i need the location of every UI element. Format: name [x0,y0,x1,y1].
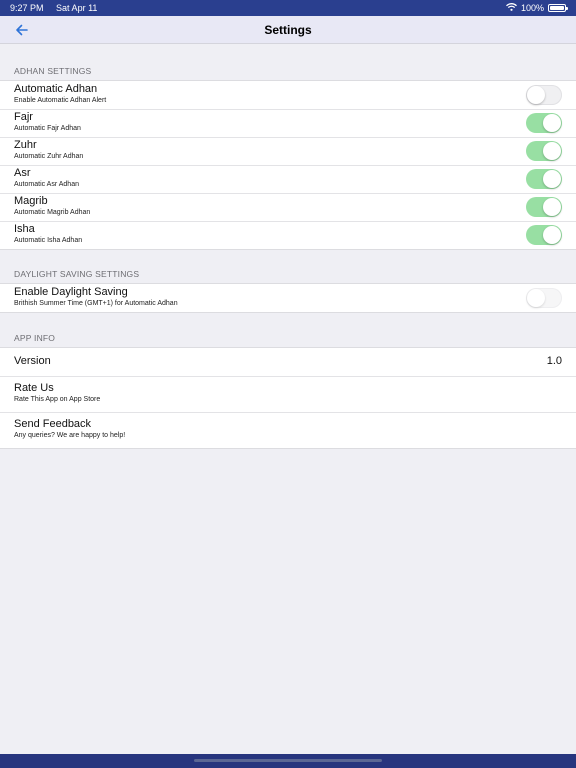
row-subtitle: Automatic Isha Adhan [14,237,83,244]
navigation-bar: Settings [0,16,576,44]
setting-row-zuhr: Zuhr Automatic Zuhr Adhan [0,137,576,165]
isha-toggle[interactable] [526,225,562,245]
setting-row-fajr: Fajr Automatic Fajr Adhan [0,109,576,137]
setting-row-automatic-adhan: Automatic Adhan Enable Automatic Adhan A… [0,81,576,109]
asr-toggle[interactable] [526,169,562,189]
row-title: Rate Us [14,382,54,394]
row-subtitle: Automatic Magrib Adhan [14,209,91,216]
row-title: Zuhr [14,139,37,151]
row-title: Automatic Adhan [14,83,98,95]
battery-icon [548,4,568,12]
magrib-toggle[interactable] [526,197,562,217]
status-date: Sat Apr 11 [56,3,98,13]
section-header-daylight: DAYLIGHT SAVING SETTINGS [14,269,140,279]
status-left: 9:27 PM Sat Apr 11 [10,3,107,13]
setting-row-magrib: Magrib Automatic Magrib Adhan [0,193,576,221]
row-subtitle: Any queries? We are happy to help! [14,432,126,439]
page-title: Settings [264,22,312,37]
send-feedback-row[interactable]: Send Feedback Any queries? We are happy … [0,412,576,448]
row-subtitle: Rate This App on App Store [14,396,101,403]
setting-row-asr: Asr Automatic Asr Adhan [0,165,576,193]
app-info-group: Version 1.0 Rate Us Rate This App on App… [0,347,576,449]
daylight-saving-toggle[interactable] [526,288,562,308]
section-header-app-info: APP INFO [14,333,56,343]
bottom-bar [0,754,576,768]
status-time: 9:27 PM [10,3,44,13]
daylight-settings-group: Enable Daylight Saving Brithish Summer T… [0,283,576,313]
rate-us-row[interactable]: Rate Us Rate This App on App Store [0,376,576,412]
wifi-icon [506,3,517,13]
row-subtitle: Automatic Fajr Adhan [14,125,81,132]
back-arrow-icon[interactable] [14,22,30,38]
status-right: 100% [506,3,568,13]
row-title: Send Feedback [14,418,92,430]
home-indicator[interactable] [194,759,382,762]
version-row: Version 1.0 [0,348,576,376]
row-title: Fajr [14,111,33,123]
zuhr-toggle[interactable] [526,141,562,161]
row-title: Version [14,355,51,367]
fajr-toggle[interactable] [526,113,562,133]
version-value: 1.0 [546,355,562,367]
setting-row-daylight-saving: Enable Daylight Saving Brithish Summer T… [0,284,576,312]
battery-percent: 100% [520,3,544,13]
setting-row-isha: Isha Automatic Isha Adhan [0,221,576,249]
row-title: Enable Daylight Saving [14,286,128,298]
row-title: Isha [14,223,35,235]
row-subtitle: Automatic Zuhr Adhan [14,153,84,160]
row-subtitle: Enable Automatic Adhan Alert [14,97,107,104]
row-title: Asr [14,167,31,179]
status-bar: 9:27 PM Sat Apr 11 100% [0,0,576,16]
row-subtitle: Automatic Asr Adhan [14,181,79,188]
adhan-settings-group: Automatic Adhan Enable Automatic Adhan A… [0,80,576,250]
section-header-adhan: ADHAN SETTINGS [14,66,92,76]
row-subtitle: Brithish Summer Time (GMT+1) for Automat… [14,300,178,307]
row-title: Magrib [14,195,48,207]
automatic-adhan-toggle[interactable] [526,85,562,105]
